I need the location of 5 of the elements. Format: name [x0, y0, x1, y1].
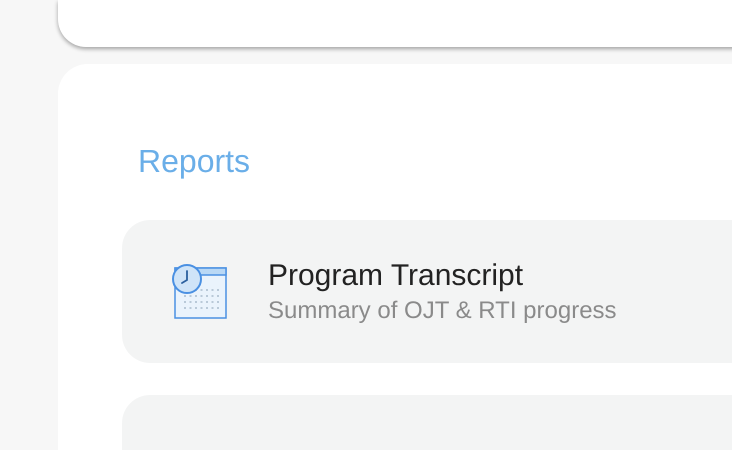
- section-title: Reports: [138, 142, 252, 180]
- calendar-clock-icon: [170, 264, 228, 320]
- report-item[interactable]: Program Transcript Summary of OJT & RTI progress: [122, 220, 732, 363]
- report-title: Program Transcript: [268, 258, 524, 294]
- report-subtitle: Summary of OJT & RTI progress: [268, 296, 617, 326]
